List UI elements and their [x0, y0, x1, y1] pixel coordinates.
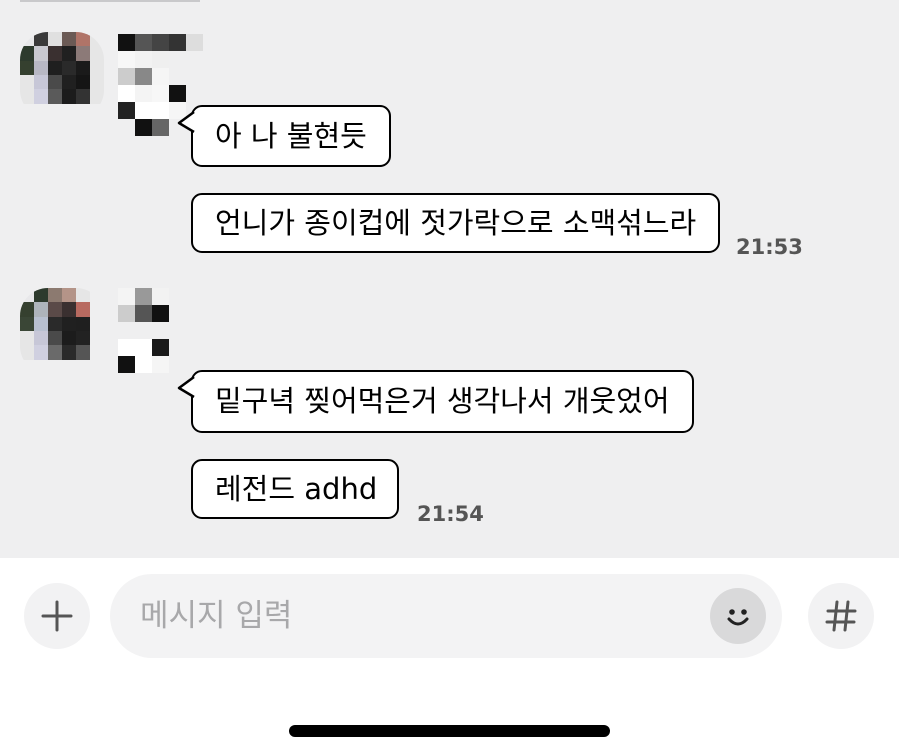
hashtag-button[interactable] — [808, 583, 874, 649]
message-bubble[interactable]: 아 나 불현듯 — [191, 105, 391, 167]
message-text: 언니가 종이컵에 젓가락으로 소맥섞느라 — [215, 205, 697, 240]
add-button[interactable] — [24, 583, 90, 649]
message-bubble[interactable]: 밑구녁 찢어먹은거 생각나서 개웃었어 — [191, 370, 694, 433]
plus-icon — [41, 600, 73, 632]
bubble-tail — [177, 376, 195, 398]
divider — [20, 0, 200, 2]
message-bubble[interactable]: 언니가 종이컵에 젓가락으로 소맥섞느라 — [191, 193, 721, 253]
avatar[interactable] — [20, 32, 104, 118]
message-input[interactable] — [138, 597, 702, 635]
bubble-tail — [177, 111, 195, 133]
message-time: 21:54 — [417, 502, 484, 526]
message-text: 밑구녁 찢어먹은거 생각나서 개웃었어 — [215, 384, 670, 418]
avatar[interactable] — [20, 288, 104, 374]
hashtag-icon — [825, 600, 857, 632]
message-input-bar — [0, 558, 899, 756]
emoji-button[interactable] — [710, 588, 766, 644]
chat-area[interactable]: 아 나 불현듯 언니가 종이컵에 젓가락으로 소맥섞느라 21:53 밑구녁 찢… — [0, 0, 899, 558]
home-indicator — [289, 725, 610, 737]
message-text: 아 나 불현듯 — [215, 118, 367, 153]
message-input-wrapper — [110, 574, 782, 658]
message-time: 21:53 — [736, 235, 803, 259]
smiley-icon — [727, 609, 749, 626]
message-text: 레전드 adhd — [215, 471, 378, 506]
message-bubble[interactable]: 레전드 adhd — [191, 459, 400, 519]
sender-name-pixelated — [118, 288, 203, 390]
